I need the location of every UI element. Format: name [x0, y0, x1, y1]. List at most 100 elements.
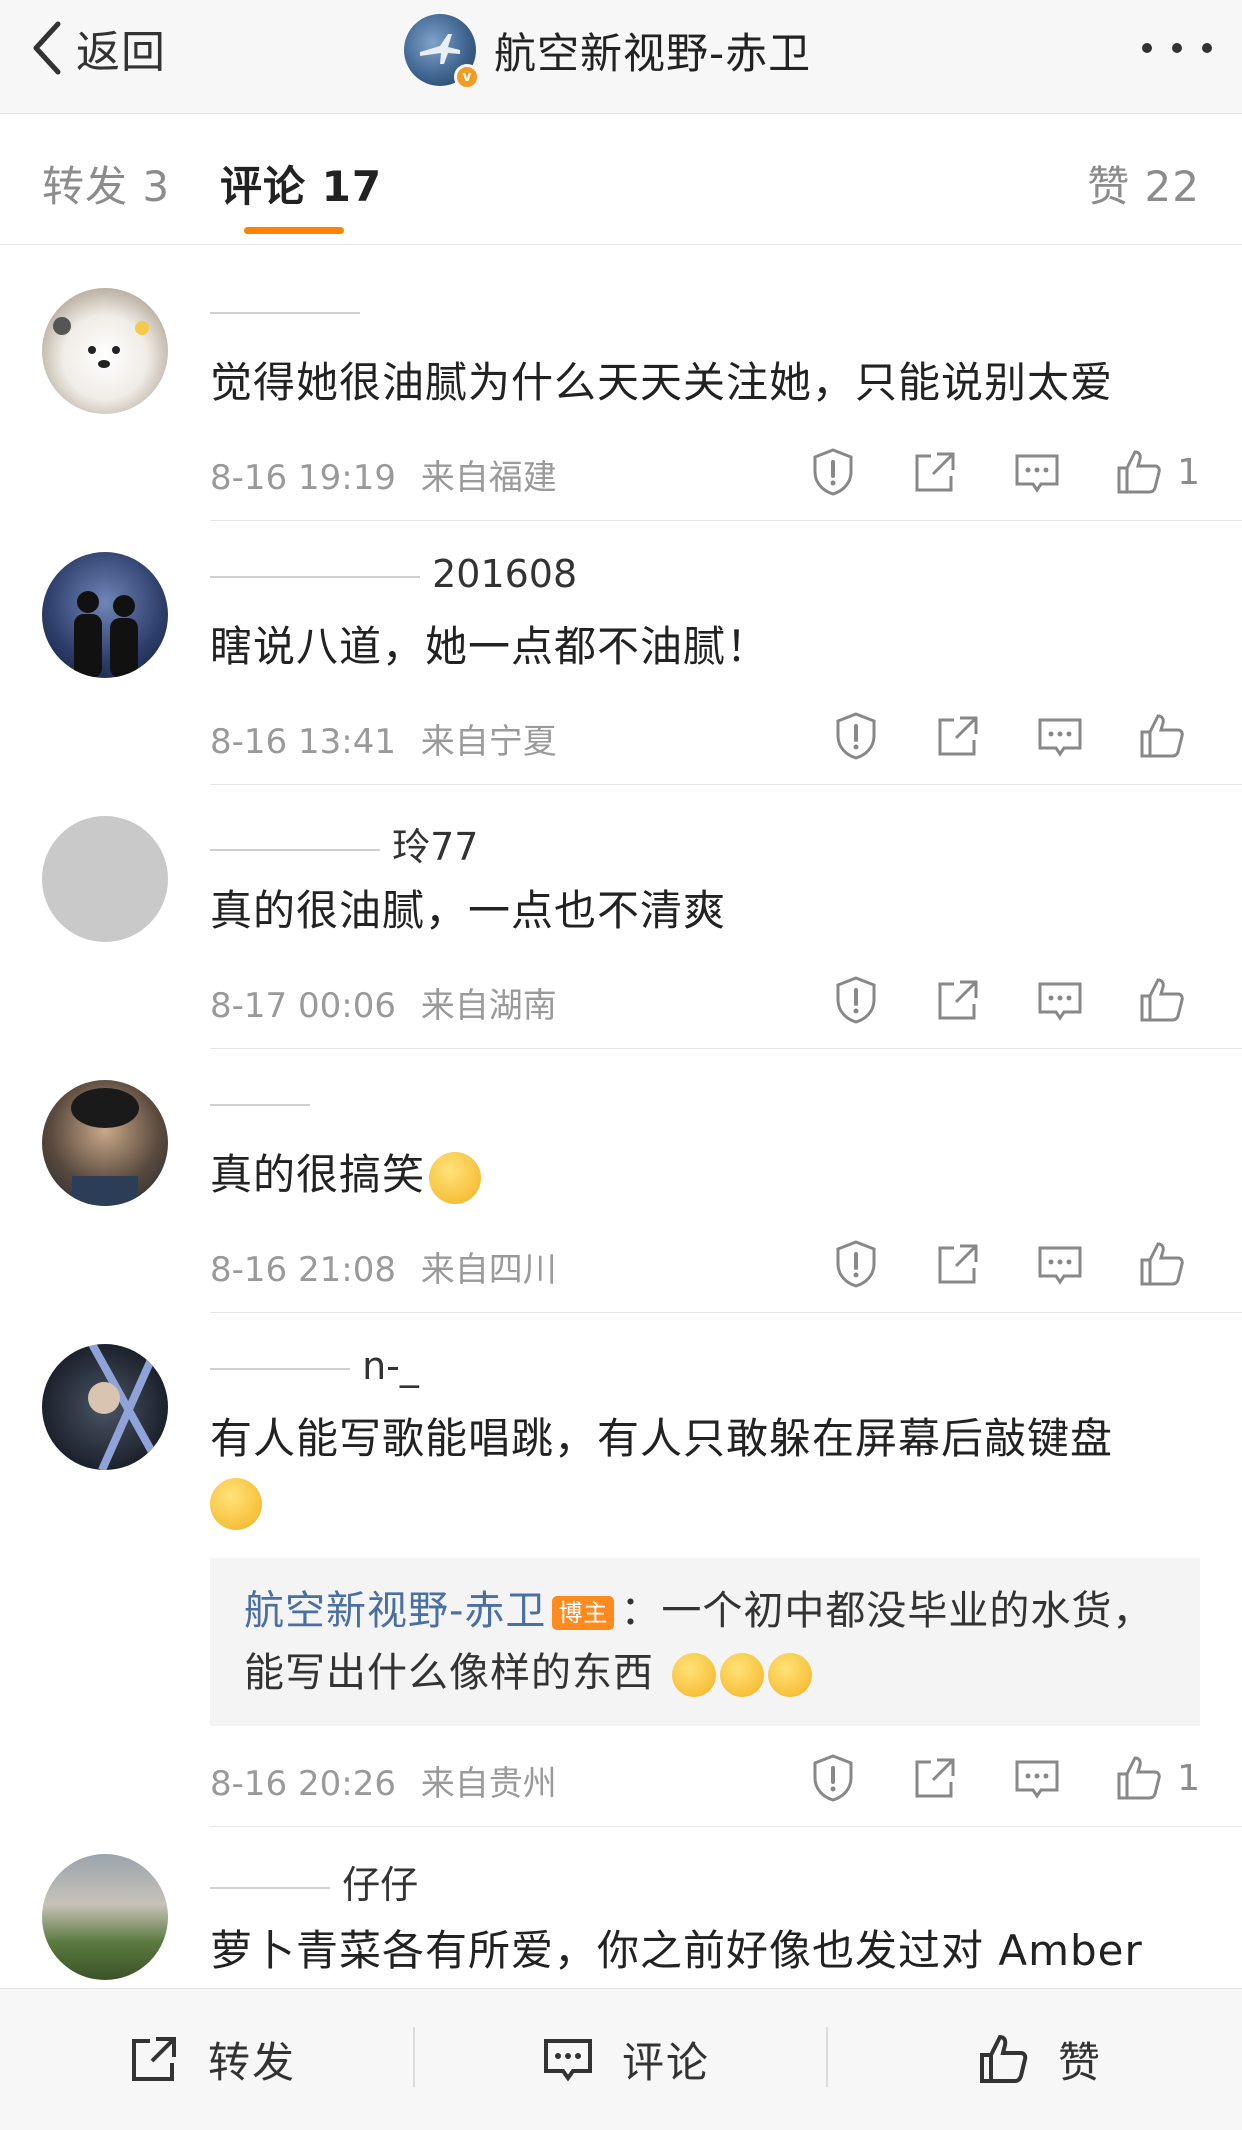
comment-meta: 8-16 13:41 来自宁夏	[210, 714, 557, 763]
comment-author[interactable]: 201608	[210, 552, 577, 596]
tab-repost[interactable]: 转发 3	[42, 153, 170, 214]
comment-actions	[780, 710, 1200, 762]
report-icon[interactable]	[807, 446, 859, 498]
comment-actions	[780, 1238, 1200, 1290]
author-avatar[interactable]: v	[404, 14, 480, 90]
repost-button[interactable]: 转发	[126, 2029, 296, 2089]
comment-time: 8-16 20:26	[210, 1764, 396, 1804]
avatar[interactable]	[42, 1854, 168, 1980]
comment-time: 8-16 13:41	[210, 722, 396, 762]
verified-badge: v	[454, 64, 480, 90]
report-icon[interactable]	[830, 710, 882, 762]
comment-author[interactable]: 玲77	[210, 816, 478, 871]
masked-name	[210, 1886, 330, 1889]
avatar[interactable]	[42, 552, 168, 678]
comment-meta: 8-16 20:26 来自贵州	[210, 1756, 557, 1805]
host-badge: 博主	[552, 1596, 615, 1630]
thumbs-up-icon	[1136, 1238, 1188, 1290]
comment-actions: 1	[757, 446, 1200, 498]
awkward-emoji-icon	[429, 1151, 482, 1204]
avatar[interactable]	[42, 816, 168, 942]
like-button[interactable]	[1136, 710, 1200, 762]
bottom-action-bar: 转发 评论 赞	[0, 1988, 1242, 2130]
comment-button[interactable]: 评论	[540, 2029, 710, 2089]
masked-name	[210, 848, 380, 851]
comment-author[interactable]: 仔仔	[210, 1854, 418, 1909]
comment-actions	[780, 974, 1200, 1026]
jet-icon	[420, 34, 460, 64]
reply-author-name[interactable]: 航空新视野-赤卫	[244, 1588, 546, 1634]
crying-laughing-emoji-icon	[210, 1477, 262, 1530]
divider	[210, 1826, 1242, 1827]
report-icon[interactable]	[830, 974, 882, 1026]
comment-text: 有人能写歌能唱跳，有人只敢躲在屏幕后敲键盘	[210, 1408, 1210, 1532]
comment-time: 8-16 19:19	[210, 458, 396, 498]
comment-time: 8-16 21:08	[210, 1250, 396, 1290]
crying-emoji-icon	[719, 1653, 764, 1697]
avatar[interactable]	[42, 1080, 168, 1206]
comment-label: 评论	[622, 2037, 711, 2087]
comment-time: 8-17 00:06	[210, 986, 396, 1026]
dog-avatar-image	[53, 317, 149, 368]
comment-meta: 8-16 21:08 来自四川	[210, 1242, 557, 1291]
more-options-icon[interactable]	[1142, 30, 1212, 66]
tab-comment[interactable]: 评论 17	[220, 153, 382, 214]
share-icon[interactable]	[909, 1752, 961, 1804]
like-button[interactable]	[1136, 1238, 1200, 1290]
report-icon[interactable]	[830, 1238, 882, 1290]
thumbs-up-icon	[980, 2034, 1028, 2083]
thumbs-up-icon	[1113, 1752, 1165, 1804]
author-reply-quote[interactable]: 航空新视野-赤卫 博主 ：一个初中都没毕业的水货，能写出什么像样的东西	[210, 1558, 1200, 1726]
masked-name	[210, 311, 360, 314]
chevron-left-icon	[33, 21, 61, 75]
share-icon	[132, 2037, 176, 2081]
like-button[interactable]: 1	[1113, 446, 1200, 498]
thumbs-up-icon	[1113, 446, 1165, 498]
like-label: 赞	[1058, 2037, 1103, 2087]
divider	[210, 1048, 1242, 1049]
like-count: 1	[1177, 451, 1200, 493]
crying-emoji-icon	[767, 1653, 812, 1697]
avatar[interactable]	[42, 1344, 168, 1470]
crying-emoji-icon	[671, 1653, 716, 1697]
comment-author[interactable]	[210, 1080, 310, 1124]
person-avatar-image	[88, 1344, 166, 1470]
avatar[interactable]	[42, 288, 168, 414]
like-button[interactable]: 1	[1113, 1752, 1200, 1804]
person-avatar-image	[71, 1088, 139, 1206]
comment-actions: 1	[757, 1752, 1200, 1804]
share-icon[interactable]	[932, 710, 984, 762]
divider	[210, 520, 1242, 521]
page-title: 航空新视野-赤卫	[494, 28, 812, 78]
top-nav-bar: 返回 v 航空新视野-赤卫	[0, 0, 1242, 114]
reply-icon[interactable]	[1034, 974, 1086, 1026]
comment-text: 真的很搞笑	[210, 1144, 1210, 1206]
divider	[210, 784, 1242, 785]
report-icon[interactable]	[807, 1752, 859, 1804]
comment-location: 来自福建	[420, 458, 557, 498]
share-icon[interactable]	[909, 446, 961, 498]
reply-icon[interactable]	[1034, 1238, 1086, 1290]
share-icon[interactable]	[932, 1238, 984, 1290]
comment-author[interactable]: n-_	[210, 1344, 419, 1388]
masked-name	[210, 1367, 350, 1370]
divider	[210, 1312, 1242, 1313]
comment-icon	[544, 2039, 592, 2082]
separator	[826, 2027, 828, 2087]
share-icon[interactable]	[932, 974, 984, 1026]
active-tab-indicator	[244, 227, 344, 234]
comment-location: 来自湖南	[420, 986, 557, 1026]
comment-text: 萝卜青菜各有所爱，你之前好像也发过对 Amber	[210, 1926, 1143, 1975]
reply-icon[interactable]	[1011, 1752, 1063, 1804]
back-button[interactable]: 返回	[30, 18, 166, 78]
like-count: 1	[1177, 1757, 1200, 1799]
like-button[interactable]	[1136, 974, 1200, 1026]
like-bottom-button[interactable]: 赞	[976, 2029, 1102, 2089]
comment-text: 瞎说八道，她一点都不油腻！	[210, 622, 770, 671]
nav-author[interactable]: v 航空新视野-赤卫	[404, 12, 812, 90]
reply-icon[interactable]	[1011, 446, 1063, 498]
comment-author[interactable]	[210, 288, 360, 332]
reply-icon[interactable]	[1034, 710, 1086, 762]
back-label: 返回	[76, 27, 166, 78]
tab-like[interactable]: 赞 22	[1087, 153, 1200, 214]
